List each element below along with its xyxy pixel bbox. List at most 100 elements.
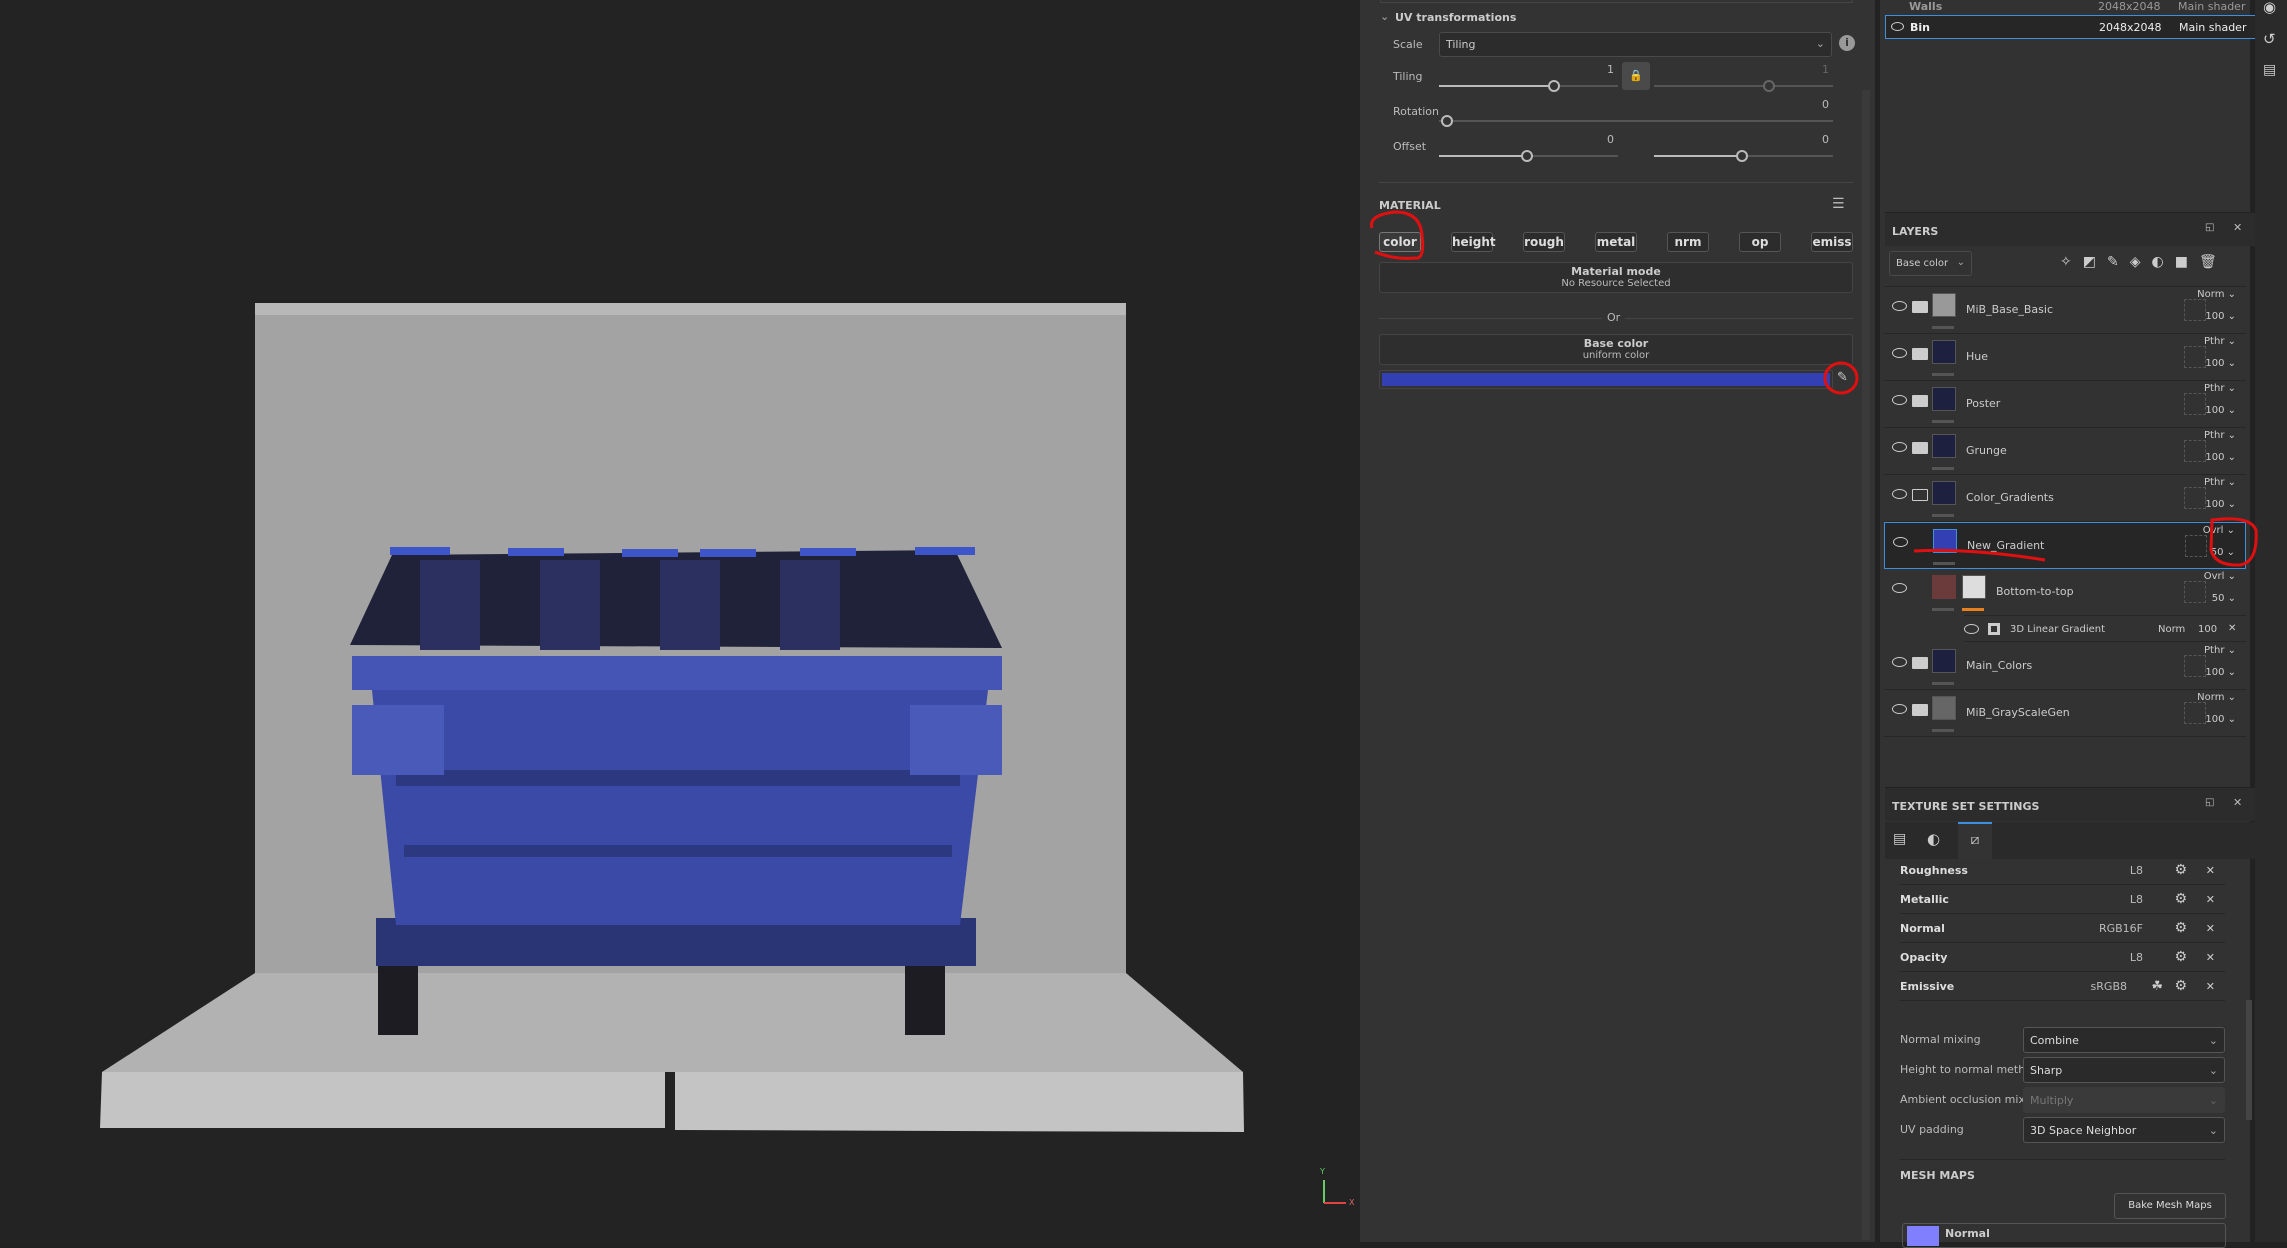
add-effect-icon[interactable]: ✧ [2060, 254, 2083, 270]
mask-slot[interactable] [2184, 299, 2206, 321]
layer-row[interactable]: MiB_Base_Basic Norm ⌄ 100 ⌄ [1884, 287, 2246, 334]
opacity-dropdown[interactable]: 50 ⌄ [2211, 547, 2235, 558]
remove-channel-icon[interactable]: ✕ [2206, 914, 2215, 943]
remove-channel-icon[interactable]: ✕ [2206, 943, 2215, 972]
layer-row[interactable]: Poster Pthr ⌄ 100 ⌄ [1884, 381, 2246, 428]
tab-settings-icon[interactable]: ▤ [1893, 831, 1906, 847]
channel-nrm-button[interactable]: nrm [1667, 232, 1709, 252]
normal-mixing-dropdown[interactable]: Combine ⌄ [2023, 1027, 2225, 1053]
scale-dropdown[interactable]: Tiling ⌄ [1439, 32, 1832, 57]
eye-icon[interactable] [1892, 442, 1907, 452]
channel-format[interactable]: sRGB8 [2091, 972, 2127, 1001]
texture-set-row-bin[interactable]: Bin 2048x2048 Main shader [1885, 15, 2257, 39]
opacity-dropdown[interactable]: 100 ⌄ [2205, 405, 2236, 416]
offset-v-value[interactable]: 0 [1822, 133, 1829, 146]
close-icon[interactable]: ✕ [2233, 796, 2242, 809]
channel-metal-button[interactable]: metal [1595, 232, 1637, 252]
eye-icon[interactable] [1892, 348, 1907, 358]
add-fill-layer-icon[interactable]: ◈ [2130, 254, 2152, 270]
mask-slot[interactable] [2184, 702, 2206, 724]
uv-transformations-header[interactable]: UV transformations [1395, 11, 1516, 24]
remove-channel-icon[interactable]: ✕ [2206, 856, 2215, 885]
eye-icon[interactable] [1891, 22, 1904, 31]
display-settings-icon[interactable]: ◉ [2263, 0, 2276, 16]
effect-blend-dropdown[interactable]: Norm [2158, 624, 2185, 635]
mask-slot[interactable] [2184, 440, 2206, 462]
blend-mode-dropdown[interactable]: Ovrl ⌄ [2204, 571, 2236, 582]
blend-mode-dropdown[interactable]: Ovrl ⌄ [2203, 525, 2235, 536]
mask-slot[interactable] [2184, 487, 2206, 509]
effect-row[interactable]: 3D Linear Gradient Norm 100 ✕ [1964, 615, 2246, 642]
close-icon[interactable]: ✕ [2233, 221, 2242, 234]
channel-color-button[interactable]: color [1379, 232, 1421, 252]
remove-effect-icon[interactable]: ✕ [2228, 623, 2236, 634]
gear-icon[interactable]: ⚙ [2174, 856, 2187, 885]
mask-slot[interactable] [2184, 655, 2206, 677]
gear-icon[interactable]: ⚙ [2174, 972, 2187, 1001]
opacity-dropdown[interactable]: 100 ⌄ [2205, 667, 2236, 678]
eye-icon[interactable] [1964, 624, 1979, 634]
offset-u-value[interactable]: 0 [1607, 133, 1614, 146]
opacity-dropdown[interactable]: 100 ⌄ [2205, 499, 2236, 510]
info-icon[interactable]: i [1839, 35, 1855, 51]
add-mask-icon[interactable]: ◩ [2083, 254, 2107, 270]
base-color-swatch[interactable] [1379, 370, 1833, 389]
gear-icon[interactable]: ⚙ [2174, 885, 2187, 914]
blend-mode-dropdown[interactable]: Pthr ⌄ [2204, 336, 2236, 347]
layer-row[interactable]: Main_Colors Pthr ⌄ 100 ⌄ [1884, 643, 2246, 690]
eye-icon[interactable] [1892, 489, 1907, 499]
eye-icon[interactable] [1893, 537, 1908, 547]
channel-format[interactable]: L8 [2130, 856, 2143, 885]
tiling-u-slider[interactable] [1439, 80, 1618, 92]
channel-op-button[interactable]: op [1739, 232, 1781, 252]
gear-icon[interactable]: ⚙ [2174, 943, 2187, 972]
tiling-u-value[interactable]: 1 [1607, 63, 1614, 76]
layer-row[interactable]: Hue Pthr ⌄ 100 ⌄ [1884, 334, 2246, 381]
layer-row[interactable]: Color_Gradients Pthr ⌄ 100 ⌄ [1884, 475, 2246, 522]
tab-shader-icon[interactable]: ◐ [1927, 830, 1940, 848]
blend-mode-dropdown[interactable]: Pthr ⌄ [2204, 383, 2236, 394]
eye-icon[interactable] [1892, 395, 1907, 405]
blend-mode-dropdown[interactable]: Pthr ⌄ [2204, 477, 2236, 488]
opacity-dropdown[interactable]: 100 ⌄ [2205, 311, 2236, 322]
gear-icon[interactable]: ⚙ [2174, 914, 2187, 943]
layer-row[interactable]: Bottom-to-top Ovrl ⌄ 50 ⌄ [1884, 569, 2246, 616]
channel-height-button[interactable]: height [1451, 232, 1496, 252]
offset-u-slider[interactable] [1439, 150, 1618, 162]
blend-mode-dropdown[interactable]: Norm ⌄ [2197, 289, 2236, 300]
color-channels-icon[interactable]: ☘ [2151, 972, 2163, 1001]
remove-channel-icon[interactable]: ✕ [2206, 972, 2215, 1001]
mask-slot[interactable] [2184, 581, 2206, 603]
remove-channel-icon[interactable]: ✕ [2206, 885, 2215, 914]
eye-icon[interactable] [1892, 704, 1907, 714]
channel-emiss-button[interactable]: emiss [1811, 232, 1853, 252]
scrollbar[interactable] [2246, 1000, 2252, 1120]
mask-slot[interactable] [2184, 393, 2206, 415]
base-color-slot[interactable]: Base color uniform color [1379, 334, 1853, 365]
rotation-value[interactable]: 0 [1822, 98, 1829, 111]
eye-icon[interactable] [1892, 583, 1907, 593]
material-menu-icon[interactable]: ☰ [1832, 196, 1845, 212]
delete-layer-icon[interactable]: 🗑 [2199, 254, 2228, 270]
layer-row[interactable]: Grunge Pthr ⌄ 100 ⌄ [1884, 428, 2246, 475]
channel-rough-button[interactable]: rough [1523, 232, 1565, 252]
history-icon[interactable]: ↺ [2263, 30, 2276, 48]
bake-mesh-maps-button[interactable]: Bake Mesh Maps [2114, 1193, 2226, 1219]
mesh-map-slot-normal[interactable]: Normal [1902, 1223, 2226, 1248]
eye-icon[interactable] [1892, 657, 1907, 667]
offset-v-slider[interactable] [1654, 150, 1833, 162]
opacity-dropdown[interactable]: 100 ⌄ [2205, 452, 2236, 463]
tab-mesh-icon[interactable]: ⧄ [1958, 822, 1992, 859]
material-mode-slot[interactable]: Material mode No Resource Selected [1379, 262, 1853, 293]
add-smart-material-icon[interactable]: ◐ [2151, 254, 2174, 270]
mask-slot[interactable] [2184, 346, 2206, 368]
channel-format[interactable]: RGB16F [2099, 914, 2143, 943]
log-icon[interactable]: ▤ [2263, 62, 2276, 78]
3d-viewport[interactable]: Y X [0, 0, 1360, 1242]
eyedropper-icon[interactable]: ✎ [1837, 370, 1848, 385]
add-folder-icon[interactable]: ■ [2175, 254, 2199, 270]
opacity-dropdown[interactable]: 100 ⌄ [2205, 714, 2236, 725]
layer-row-selected[interactable]: New_Gradient Ovrl ⌄ 50 ⌄ [1884, 522, 2246, 569]
undock-icon[interactable]: ◱ [2205, 797, 2214, 808]
mask-slot[interactable] [2185, 535, 2207, 557]
